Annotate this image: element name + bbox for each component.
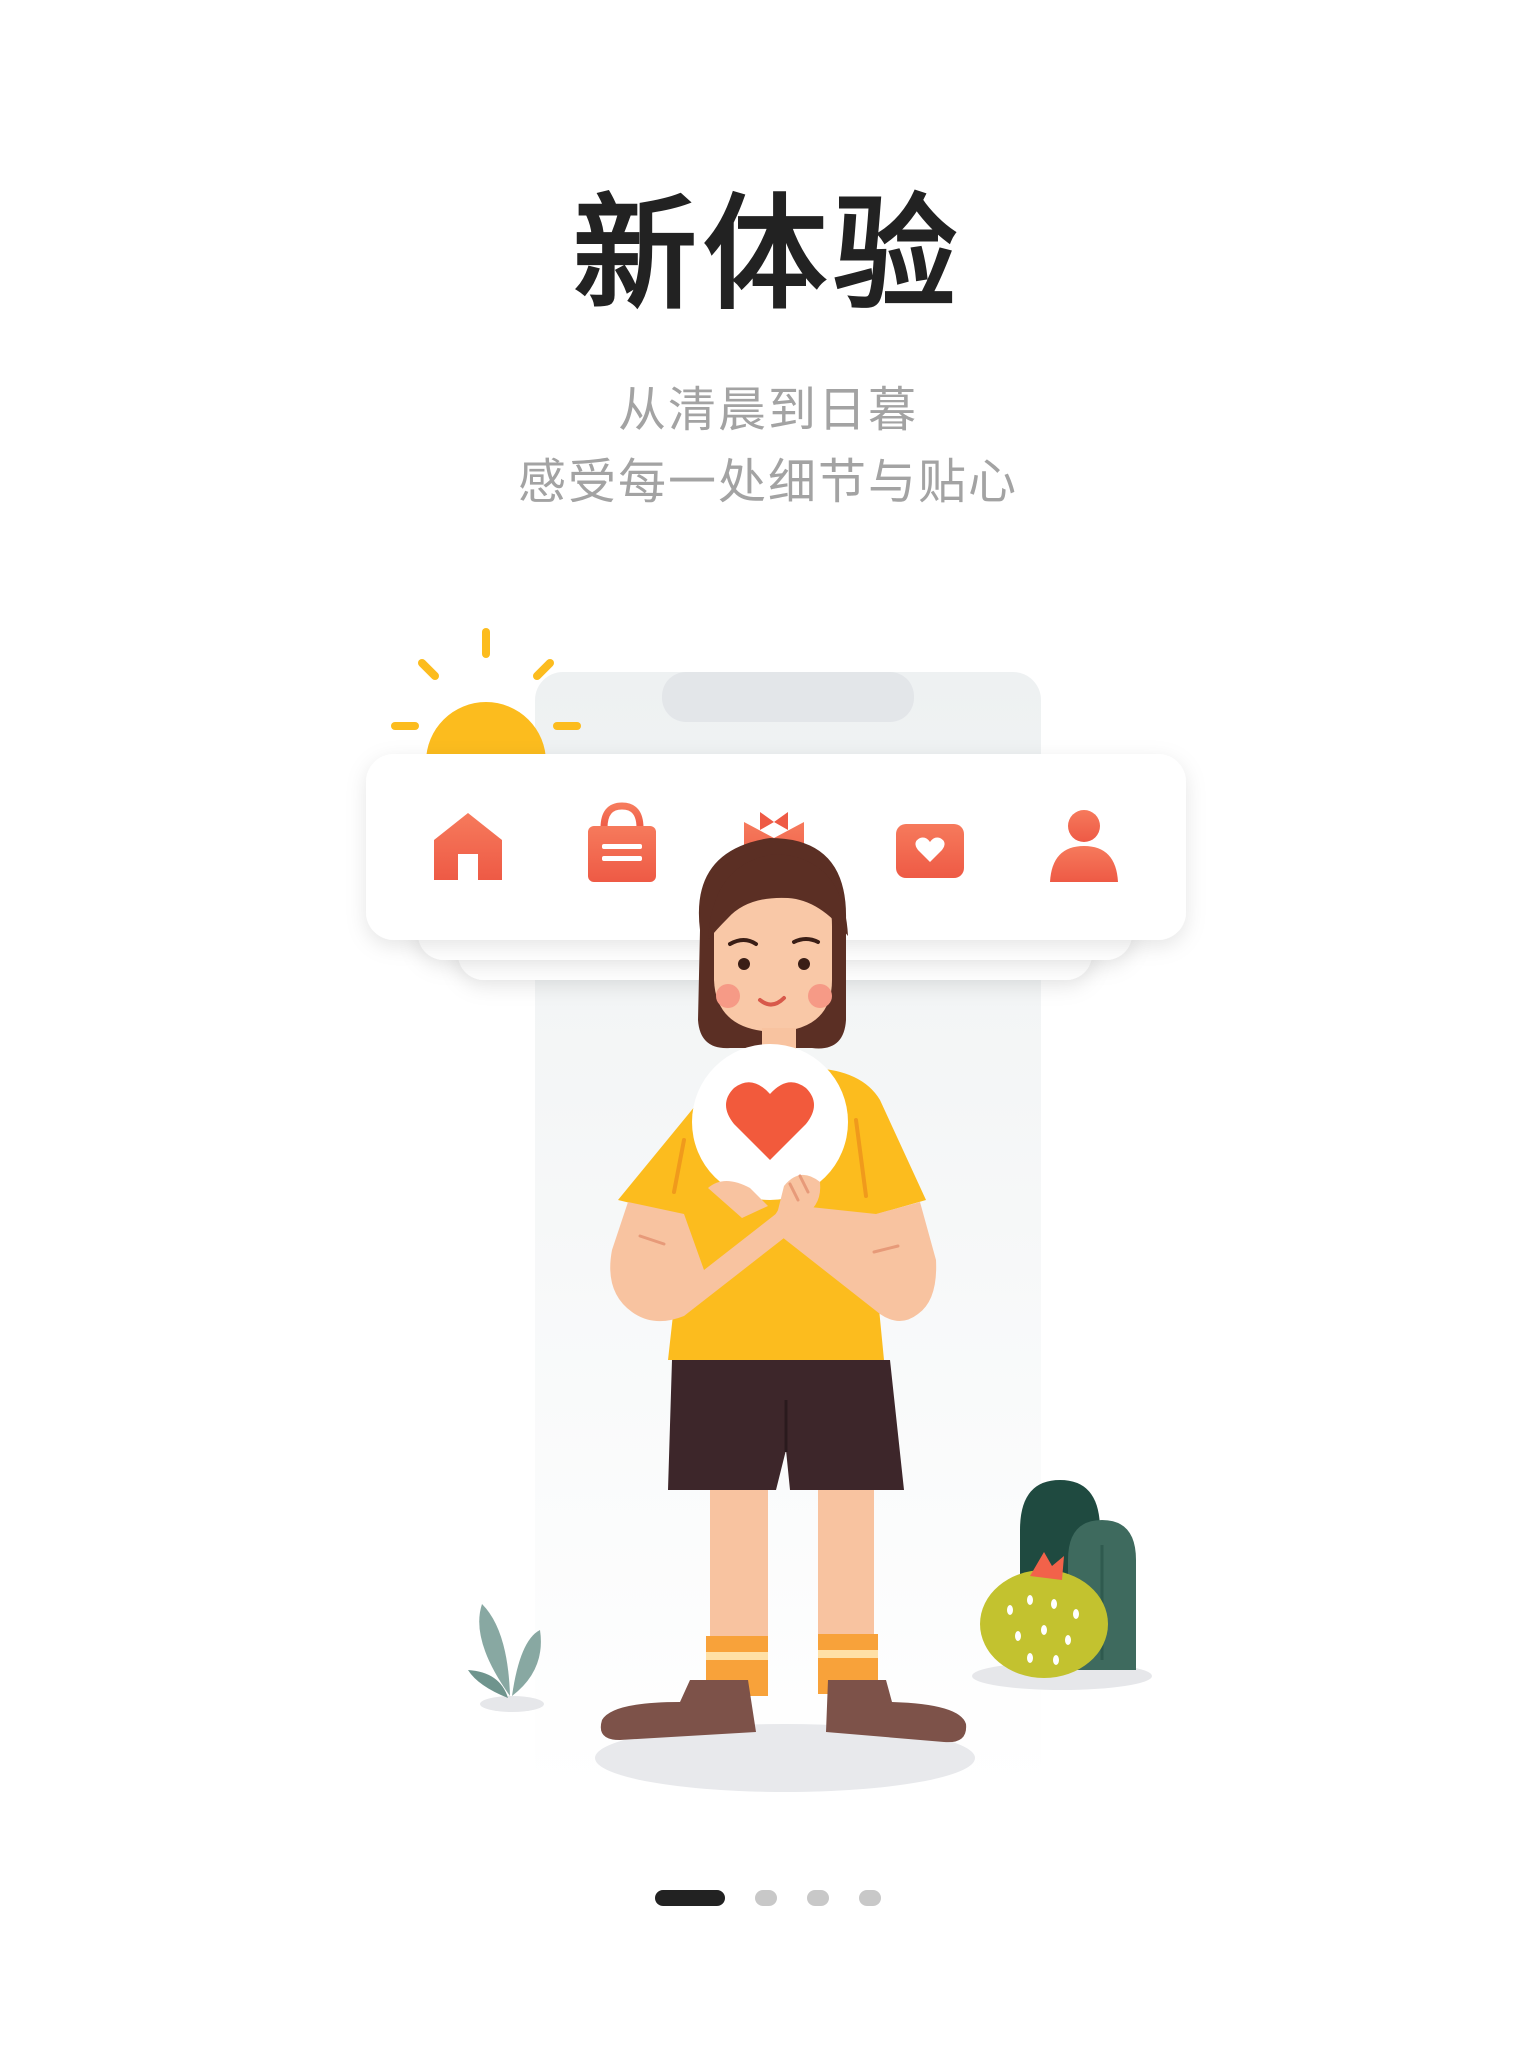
plant-left-icon [468,1604,544,1712]
subtitle-line-1: 从清晨到日暮 [617,382,918,438]
page-dot-3[interactable] [807,1890,829,1906]
heart-bubble-icon [692,1044,848,1200]
page-title: 新体验 [572,183,963,327]
onboarding-screen: 新体验 从清晨到日暮 感受每一处细节与贴心 [0,0,1536,2048]
page-dot-1[interactable] [655,1890,725,1906]
page-indicator[interactable] [0,1888,1536,1908]
onboarding-illustration [366,628,1186,1792]
page-dot-2[interactable] [755,1890,777,1906]
subtitle-line-2: 感受每一处细节与贴心 [517,454,1018,510]
heart-card-icon [896,824,964,878]
page-dot-4[interactable] [859,1890,881,1906]
